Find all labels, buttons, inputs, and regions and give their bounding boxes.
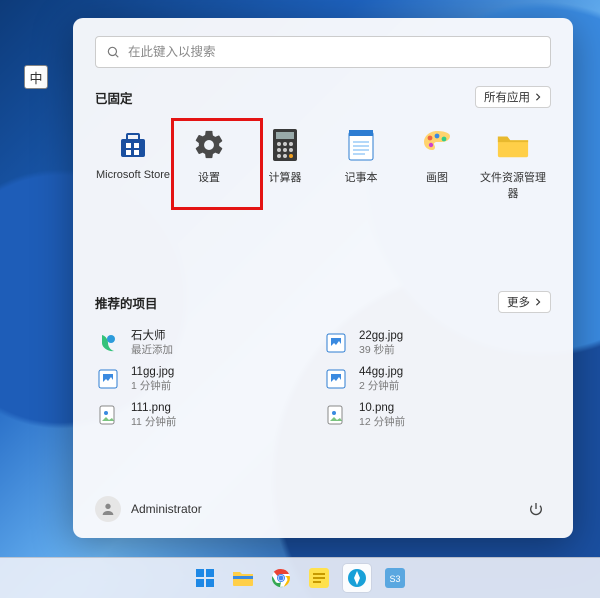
app-icon (95, 330, 121, 356)
pinned-title: 已固定 (95, 88, 133, 107)
more-button[interactable]: 更多 (498, 291, 551, 313)
recommended-name: 111.png (131, 402, 176, 415)
taskbar-start-button[interactable] (191, 564, 219, 592)
chevron-right-icon (534, 298, 542, 306)
pinned-section: 已固定 所有应用 Microsoft Store (95, 86, 551, 201)
image-file-icon (95, 366, 121, 392)
recommended-name: 44gg.jpg (359, 366, 403, 379)
recommended-title: 推荐的项目 (95, 293, 158, 312)
taskbar: S3 (0, 557, 600, 598)
recommended-item[interactable]: 22gg.jpg39 秒前 (323, 325, 551, 361)
pinned-app-microsoft-store[interactable]: Microsoft Store (95, 122, 171, 201)
chrome-icon (271, 568, 291, 588)
recommended-item[interactable]: 44gg.jpg2 分钟前 (323, 361, 551, 397)
png-file-icon (95, 402, 121, 428)
taskbar-app-1[interactable] (305, 564, 333, 592)
app-label: 画图 (426, 169, 448, 185)
recommended-meta: 2 分钟前 (359, 380, 403, 392)
search-input[interactable] (126, 44, 540, 60)
recommended-meta: 12 分钟前 (359, 416, 405, 428)
recommended-meta: 1 分钟前 (131, 380, 174, 392)
windows-icon (195, 568, 215, 588)
search-icon (106, 45, 120, 59)
user-account[interactable]: Administrator (95, 496, 202, 522)
power-button[interactable] (521, 494, 551, 524)
app-label: 设置 (198, 169, 220, 185)
recommended-name: 22gg.jpg (359, 330, 403, 343)
pinned-app-calculator[interactable]: 计算器 (247, 122, 323, 201)
taskbar-file-explorer[interactable] (229, 564, 257, 592)
start-footer: Administrator (95, 484, 551, 524)
all-apps-button[interactable]: 所有应用 (475, 86, 551, 108)
png-file-icon (323, 402, 349, 428)
recommended-item[interactable]: 11gg.jpg1 分钟前 (95, 361, 323, 397)
pinned-app-notepad[interactable]: 记事本 (323, 122, 399, 201)
pinned-app-file-explorer[interactable]: 文件资源管理器 (475, 122, 551, 201)
recommended-meta: 39 秒前 (359, 344, 403, 356)
recommended-name: 11gg.jpg (131, 366, 174, 379)
app-label: 记事本 (345, 169, 378, 185)
pinned-grid: Microsoft Store 设置 计算器 (95, 122, 551, 201)
pinned-app-paint[interactable]: 画图 (399, 122, 475, 201)
folder-icon (232, 569, 254, 587)
taskbar-app-3[interactable]: S3 (381, 564, 409, 592)
user-name: Administrator (131, 502, 202, 516)
recommended-grid: 石大师最近添加 22gg.jpg39 秒前 11gg.jpg1 分钟前 44gg… (95, 325, 551, 433)
image-file-icon (323, 366, 349, 392)
recommended-item[interactable]: 10.png12 分钟前 (323, 397, 551, 433)
recommended-meta: 最近添加 (131, 344, 173, 356)
all-apps-label: 所有应用 (484, 89, 530, 105)
app-icon (309, 568, 329, 588)
gear-icon (192, 128, 226, 162)
store-icon (116, 128, 150, 162)
more-label: 更多 (507, 294, 530, 310)
app-label: Microsoft Store (96, 169, 170, 181)
app-icon (347, 568, 367, 588)
recommended-name: 10.png (359, 402, 405, 415)
app-label: 计算器 (269, 169, 302, 185)
calculator-icon (268, 128, 302, 162)
power-icon (528, 501, 544, 517)
notepad-icon (344, 128, 378, 162)
recommended-item[interactable]: 石大师最近添加 (95, 325, 323, 361)
folder-icon (496, 128, 530, 162)
recommended-item[interactable]: 111.png11 分钟前 (95, 397, 323, 433)
app-label: 文件资源管理器 (475, 169, 551, 201)
taskbar-app-2[interactable] (343, 564, 371, 592)
recommended-section: 推荐的项目 更多 石大师最近添加 22gg.jpg39 秒前 11gg.jpg1… (95, 291, 551, 433)
taskbar-browser[interactable] (267, 564, 295, 592)
recommended-meta: 11 分钟前 (131, 416, 176, 428)
svg-text:S3: S3 (389, 574, 400, 584)
chevron-right-icon (534, 93, 542, 101)
image-file-icon (323, 330, 349, 356)
pinned-app-settings[interactable]: 设置 (171, 122, 247, 201)
search-box[interactable] (95, 36, 551, 68)
start-menu: 已固定 所有应用 Microsoft Store (73, 18, 573, 538)
avatar-icon (95, 496, 121, 522)
recommended-name: 石大师 (131, 330, 173, 343)
paint-icon (420, 128, 454, 162)
ime-indicator[interactable]: 中 (24, 65, 48, 89)
app-icon: S3 (385, 568, 405, 588)
